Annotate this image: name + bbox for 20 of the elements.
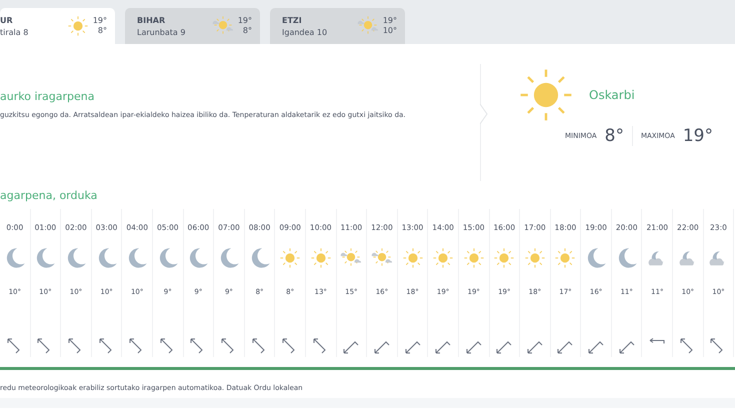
max-temp: 19° <box>92 16 107 26</box>
day-tab[interactable]: BIHAR Larunbata 9 19° 8° <box>125 8 260 44</box>
day-date: Igandea 10 <box>282 28 328 36</box>
min-temp: 8° <box>98 26 107 36</box>
day-tab[interactable]: UR tirala 8 19° 8° <box>0 8 115 44</box>
day-tab[interactable]: ETZI Igandea 10 19° 10° <box>270 8 405 44</box>
min-temp: 10° <box>382 26 397 36</box>
day-label: UR <box>0 16 14 24</box>
max-temp: 19° <box>238 16 252 26</box>
day-date: tirala 8 <box>0 28 30 36</box>
min-temp: 8° <box>242 26 252 36</box>
day-label: BIHAR <box>137 16 166 24</box>
max-temp: 19° <box>382 16 397 26</box>
day-label: ETZI <box>282 16 303 24</box>
section-title: aurko iragarpena <box>0 90 96 103</box>
section-title: agarpena, orduka <box>0 188 98 202</box>
condition-text: Oskarbi <box>589 88 635 102</box>
min-value: 8° <box>604 126 624 146</box>
max-value: 19° <box>682 126 713 146</box>
day-date: Larunbata 9 <box>137 28 186 36</box>
